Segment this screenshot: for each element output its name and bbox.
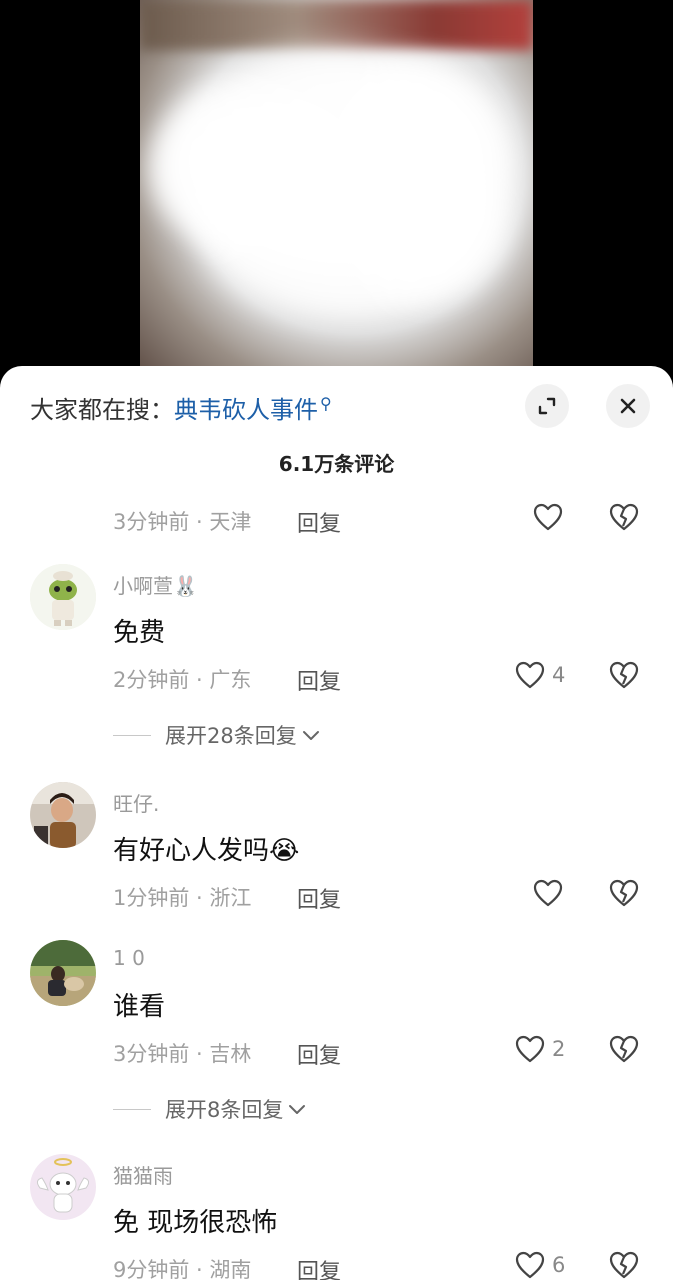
reply-button[interactable]: 回复 — [297, 506, 341, 538]
expand-replies-button[interactable]: 展开8条回复 — [113, 1094, 307, 1124]
like-count: 6 — [552, 1253, 566, 1277]
divider-line — [113, 1108, 151, 1110]
comment-username[interactable]: 小啊萱🐰 — [113, 570, 198, 599]
avatar[interactable] — [30, 564, 96, 630]
broken-heart-icon — [609, 1035, 639, 1063]
chevron-down-icon — [302, 731, 319, 740]
video-background-strip — [140, 0, 533, 50]
divider-line — [113, 734, 151, 736]
broken-heart-icon — [609, 1251, 639, 1279]
comment-meta: 3分钟前 · 吉林 — [113, 1042, 252, 1066]
broken-heart-icon — [609, 661, 639, 689]
like-button[interactable]: 2 — [514, 1034, 565, 1064]
chevron-down-icon — [289, 1105, 306, 1114]
dislike-button[interactable] — [608, 502, 640, 532]
like-button[interactable]: 6 — [514, 1250, 565, 1280]
heart-outline-icon — [533, 503, 563, 531]
comment-username[interactable]: 旺仔. — [113, 788, 159, 817]
comment-time: 9分钟前 — [113, 1258, 190, 1280]
heart-outline-icon — [515, 661, 545, 689]
comment-time: 2分钟前 — [113, 668, 190, 692]
comment-count: 6.1万条评论 — [278, 452, 395, 476]
avatar[interactable] — [30, 782, 96, 848]
expand-icon — [538, 397, 556, 415]
avatar[interactable] — [30, 1154, 96, 1220]
comment-content: 免 现场很恐怖 — [113, 1208, 278, 1238]
reply-button[interactable]: 回复 — [297, 1254, 341, 1280]
close-button[interactable] — [606, 384, 650, 428]
dislike-button[interactable] — [608, 660, 640, 690]
comment-meta: 3分钟前 · 天津 — [113, 510, 252, 534]
trending-search-keyword[interactable]: 典韦砍人事件 — [174, 396, 318, 424]
trending-search[interactable]: 大家都在搜：典韦砍人事件 ⚲ — [30, 390, 332, 425]
comment-meta: 9分钟前 · 湖南 — [113, 1258, 252, 1280]
comment-sheet: 大家都在搜：典韦砍人事件 ⚲ 6.1万条评论 3分钟前 · 天津 回复 小啊萱🐰… — [0, 366, 673, 1280]
expand-button[interactable] — [525, 384, 569, 428]
dislike-button[interactable] — [608, 878, 640, 908]
comment-time: 1分钟前 — [113, 886, 190, 910]
comment-time: 3分钟前 — [113, 1042, 190, 1066]
comment-meta: 2分钟前 · 广东 — [113, 668, 252, 692]
broken-heart-icon — [609, 879, 639, 907]
heart-outline-icon — [515, 1251, 545, 1279]
comment-content: 免费 — [113, 618, 166, 648]
heart-outline-icon — [533, 879, 563, 907]
comment-location: 湖南 — [209, 1258, 252, 1280]
comment-location: 天津 — [209, 510, 252, 534]
close-icon — [620, 398, 636, 414]
comment-username[interactable]: 1 0 — [113, 946, 145, 970]
expand-replies-label: 展开8条回复 — [165, 1098, 284, 1122]
expand-replies-label: 展开28条回复 — [165, 724, 297, 748]
like-button[interactable]: 4 — [514, 660, 565, 690]
expand-replies-button[interactable]: 展开28条回复 — [113, 720, 321, 750]
reply-button[interactable]: 回复 — [297, 882, 341, 914]
broken-heart-icon — [609, 503, 639, 531]
like-count: 4 — [552, 663, 566, 687]
video-frame — [140, 0, 533, 380]
dislike-button[interactable] — [608, 1034, 640, 1064]
like-count: 2 — [552, 1037, 566, 1061]
like-button[interactable] — [532, 878, 564, 908]
comment-content: 谁看 — [113, 992, 166, 1022]
heart-outline-icon — [515, 1035, 545, 1063]
comment-meta: 1分钟前 · 浙江 — [113, 886, 252, 910]
reply-button[interactable]: 回复 — [297, 664, 341, 696]
comment-username[interactable]: 猫猫雨 — [113, 1160, 173, 1189]
comment-location: 浙江 — [209, 886, 252, 910]
avatar[interactable] — [30, 940, 96, 1006]
trending-search-prefix: 大家都在搜： — [30, 396, 174, 424]
comment-location: 吉林 — [209, 1042, 252, 1066]
video-player[interactable] — [0, 0, 673, 380]
comment-location: 广东 — [209, 668, 252, 692]
search-icon: ⚲ — [320, 394, 332, 413]
comment-time: 3分钟前 — [113, 510, 190, 534]
like-button[interactable] — [532, 502, 564, 532]
comment-content: 有好心人发吗😭 — [113, 836, 300, 866]
dislike-button[interactable] — [608, 1250, 640, 1280]
reply-button[interactable]: 回复 — [297, 1038, 341, 1070]
